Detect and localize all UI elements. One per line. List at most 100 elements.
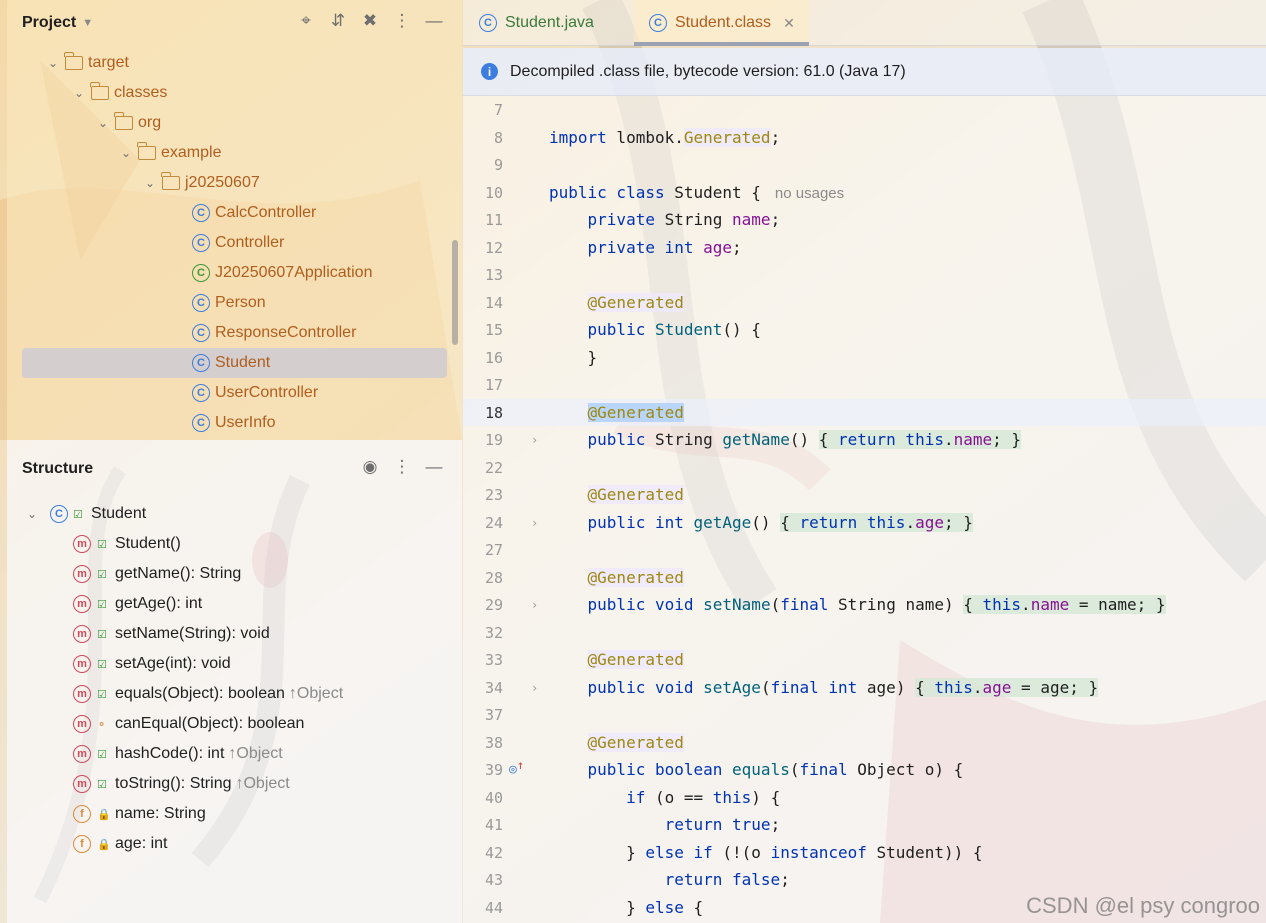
close-icon[interactable]: ✕ (783, 15, 795, 32)
structure-member[interactable]: m ☑ equals(Object): boolean ↑Object (73, 679, 343, 709)
tree-item-label: target (88, 54, 129, 71)
chevron-down-icon[interactable]: ⌄ (118, 146, 134, 160)
folder-icon (90, 82, 109, 100)
tree-item-responsecontroller[interactable]: C ResponseController (192, 318, 356, 348)
class-icon: C (192, 414, 210, 432)
folder-icon (114, 112, 133, 130)
code-area[interactable]: 7 8 import lombok.Generated; 9 10 public c… (463, 96, 1266, 923)
structure-member[interactable]: m ☑ setAge(int): void (73, 649, 231, 679)
tree-item-person[interactable]: C Person (192, 288, 266, 318)
tree-item-userinfo[interactable]: C UserInfo (192, 408, 275, 438)
tree-item-org[interactable]: ⌄ org (95, 108, 161, 138)
tree-item-calccontroller[interactable]: C CalcController (192, 198, 316, 228)
code-line: 12 private int age; (484, 238, 742, 257)
chevron-down-icon[interactable]: ▼ (82, 17, 93, 29)
structure-title: Structure (22, 460, 94, 477)
code-line: 7 (493, 100, 503, 119)
code-line: 15 public Student() { (484, 320, 761, 339)
tree-item-label: UserController (215, 384, 319, 401)
tab-student-java[interactable]: C Student.java (479, 0, 629, 46)
structure-member[interactable]: m ☑ setName(String): void (73, 619, 270, 649)
project-title: Project (22, 14, 77, 31)
structure-member[interactable]: m ☑ getName(): String (73, 559, 241, 589)
structure-member[interactable]: f 🔒 age: int (73, 829, 167, 859)
tree-item-student[interactable]: C Student (192, 348, 270, 378)
code-line: 9 (493, 155, 503, 174)
structure-member[interactable]: m ☑ getAge(): int (73, 589, 202, 619)
folder-icon (64, 52, 83, 70)
member-label: name: String (115, 805, 206, 822)
method-icon: m (73, 655, 91, 673)
override-icon[interactable]: ◎↑ (509, 758, 524, 777)
structure-member[interactable]: f 🔒 name: String (73, 799, 206, 829)
tree-item-classes[interactable]: ⌄ classes (71, 78, 167, 108)
tree-item-controller[interactable]: C Controller (192, 228, 284, 258)
crosshair-icon[interactable]: ⌖ (290, 10, 322, 32)
tab-student-class[interactable]: C Student.class ✕ (634, 0, 809, 46)
member-label: equals(Object): boolean (115, 685, 285, 702)
project-header-icons: ⌖ ⇵ ✖ ⋮ — (290, 10, 450, 32)
watermark: CSDN @el psy congroo (1026, 893, 1260, 918)
structure-member[interactable]: m ☑ hashCode(): int ↑Object (73, 739, 283, 769)
code-line: 37 (484, 705, 503, 724)
tree-item-example[interactable]: ⌄ example (118, 138, 221, 168)
code-line: 22 (484, 458, 503, 477)
chevron-right-icon[interactable]: › (531, 516, 538, 530)
member-label: toString(): String (115, 775, 232, 792)
method-icon: m (73, 775, 91, 793)
chevron-down-icon[interactable]: ⌄ (71, 86, 87, 100)
code-line: 27 (484, 540, 503, 559)
chevron-down-icon[interactable]: ⌄ (142, 176, 158, 190)
more-icon[interactable]: ⋮ (386, 456, 418, 478)
banner-text: Decompiled .class file, bytecode version… (510, 62, 906, 80)
inherited-from-label: ↑Object (228, 745, 283, 762)
tab-bar: C Student.java C Student.class ✕ (463, 0, 1266, 46)
tree-item-label: j20250607 (185, 174, 260, 191)
method-icon: m (73, 745, 91, 763)
code-line: 38 @Generated (484, 733, 684, 752)
tree-item-label: classes (114, 84, 168, 101)
code-line: 33 @Generated (484, 650, 684, 669)
code-line: 13 (484, 265, 503, 284)
code-line: 17 (484, 375, 503, 394)
eye-icon[interactable]: ◉ (354, 456, 386, 478)
method-icon: m (73, 595, 91, 613)
chevron-right-icon[interactable]: › (531, 598, 538, 612)
member-label: setName(String): void (115, 625, 270, 642)
class-icon: C (50, 505, 68, 523)
member-label: hashCode(): int (115, 745, 225, 762)
public-visibility-icon: ☑ (97, 778, 107, 791)
structure-member[interactable]: m ⚬ canEqual(Object): boolean (73, 709, 304, 739)
chevron-down-icon[interactable]: ⌄ (95, 116, 111, 130)
method-icon: m (73, 535, 91, 553)
minimize-icon[interactable]: — (418, 10, 450, 32)
member-label: getName(): String (115, 565, 242, 582)
chevron-down-icon[interactable]: ⌄ (45, 56, 61, 70)
expand-icon[interactable]: ⇵ (322, 10, 354, 32)
structure-root[interactable]: ⌄ C ☑ Student (24, 499, 146, 529)
tree-item-target[interactable]: ⌄ target (45, 48, 129, 78)
structure-member[interactable]: m ☑ toString(): String ↑Object (73, 769, 290, 799)
minimize-icon[interactable]: — (418, 456, 450, 478)
chevron-down-icon[interactable]: ⌄ (24, 507, 40, 521)
chevron-right-icon[interactable]: › (531, 681, 538, 695)
code-line: 42 } else if (!(o instanceof Student)) { (484, 843, 983, 862)
tree-item-application[interactable]: C J20250607Application (192, 258, 372, 288)
inherited-from-label: ↑Object (235, 775, 290, 792)
tree-item-j20250607[interactable]: ⌄ j20250607 (142, 168, 260, 198)
project-scrollbar[interactable] (452, 240, 458, 345)
code-line-current: 18 @Generated (463, 399, 1266, 426)
usage-hint: no usages (774, 185, 845, 202)
more-icon[interactable]: ⋮ (386, 10, 418, 32)
class-icon: C (479, 14, 497, 32)
collapse-icon[interactable]: ✖ (354, 10, 386, 32)
public-visibility-icon: ☑ (73, 508, 83, 521)
project-header[interactable]: Project ▼ (22, 12, 93, 34)
member-label: setAge(int): void (115, 655, 231, 672)
member-label: canEqual(Object): boolean (115, 715, 305, 732)
chevron-right-icon[interactable]: › (531, 433, 538, 447)
class-icon: C (192, 384, 210, 402)
folder-icon (137, 142, 156, 160)
tree-item-usercontroller[interactable]: C UserController (192, 378, 318, 408)
structure-member[interactable]: m ☑ Student() (73, 529, 181, 559)
